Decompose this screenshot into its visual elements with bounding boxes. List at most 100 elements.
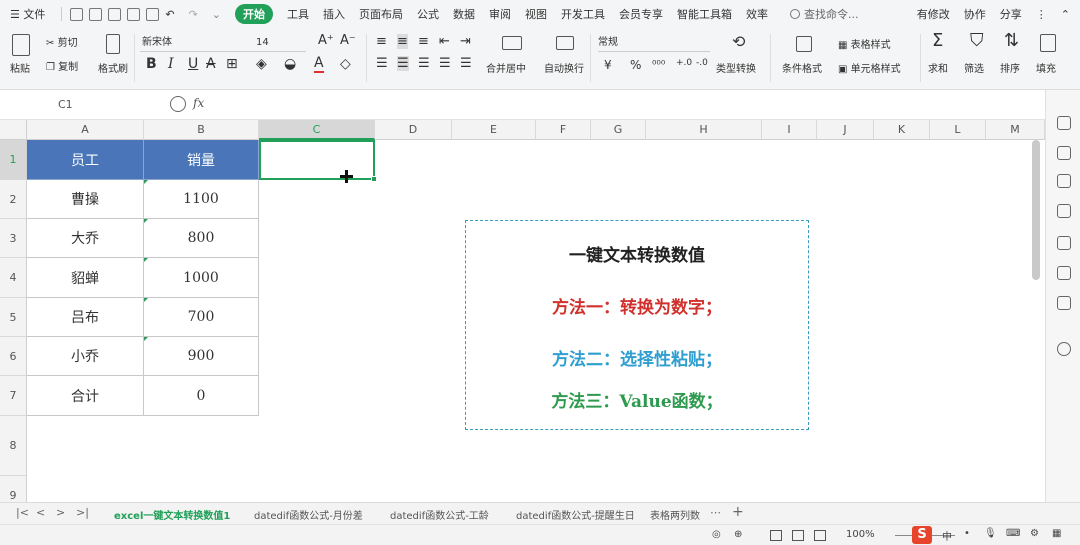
- tab-formulas[interactable]: 公式: [417, 6, 439, 22]
- type-convert-icon[interactable]: ⟲: [732, 32, 745, 51]
- collaborate-button[interactable]: 协作: [964, 6, 986, 22]
- wrap-text-icon[interactable]: [556, 36, 574, 50]
- increase-decimal-button[interactable]: +.0: [676, 58, 692, 68]
- align-top-icon[interactable]: ≡: [376, 34, 387, 49]
- prev-sheet-icon[interactable]: <: [36, 506, 45, 519]
- sheet-tab[interactable]: 表格两列数: [650, 507, 700, 522]
- indent-increase-icon[interactable]: ⇥: [460, 34, 471, 49]
- tab-review[interactable]: 审阅: [489, 6, 511, 22]
- align-center-icon[interactable]: ☰: [397, 56, 409, 71]
- language-icon[interactable]: ⊕: [734, 529, 742, 540]
- conditional-format-button[interactable]: 条件格式: [782, 60, 822, 75]
- table-cell-sales[interactable]: 700: [144, 298, 259, 337]
- select-all-corner[interactable]: [0, 120, 27, 140]
- sort-button[interactable]: 排序: [1000, 60, 1020, 75]
- sum-button[interactable]: 求和: [928, 60, 948, 75]
- sort-icon[interactable]: ⇅: [1004, 30, 1019, 51]
- changes-button[interactable]: 有修改: [917, 6, 950, 22]
- bold-button[interactable]: B: [146, 56, 157, 72]
- table-cell-name[interactable]: 大乔: [27, 219, 144, 258]
- more-icon[interactable]: ⌄: [212, 8, 221, 21]
- table-cell-sales[interactable]: 1100: [144, 180, 259, 219]
- eye-protection-icon[interactable]: ◎: [712, 529, 721, 540]
- tab-data[interactable]: 数据: [453, 6, 475, 22]
- underline-button[interactable]: U: [188, 56, 198, 72]
- table-cell-name[interactable]: 吕布: [27, 298, 144, 337]
- highlight-button[interactable]: ◒: [284, 56, 296, 72]
- row-header-6[interactable]: 6: [0, 337, 27, 376]
- keyboard-icon[interactable]: ⌨: [1006, 528, 1020, 539]
- filter-icon[interactable]: ⛉: [970, 30, 984, 51]
- column-header-m[interactable]: M: [986, 120, 1045, 140]
- tab-smart-toolbox[interactable]: 智能工具箱: [677, 6, 732, 22]
- shrink-font-button[interactable]: A⁻: [340, 33, 356, 48]
- indent-decrease-icon[interactable]: ⇤: [439, 34, 450, 49]
- row-header-1[interactable]: 1: [0, 140, 27, 180]
- percent-button[interactable]: %: [630, 58, 641, 72]
- row-header-7[interactable]: 7: [0, 376, 27, 416]
- number-format-select[interactable]: 常规: [598, 34, 710, 52]
- sliders-icon[interactable]: [1057, 174, 1071, 188]
- italic-button[interactable]: I: [168, 56, 174, 72]
- tab-page-layout[interactable]: 页面布局: [359, 6, 403, 22]
- function-icon[interactable]: fx: [193, 96, 204, 110]
- collapse-icon[interactable]: ⌃: [1061, 8, 1070, 21]
- fill-color-button[interactable]: ◈: [256, 56, 267, 72]
- align-left-icon[interactable]: ☰: [376, 56, 388, 71]
- tab-insert[interactable]: 插入: [323, 6, 345, 22]
- paste-button[interactable]: 粘贴: [10, 60, 30, 75]
- tab-member[interactable]: 会员专享: [619, 6, 663, 22]
- overflow-icon[interactable]: ⋮: [1036, 8, 1047, 21]
- sheet-tab[interactable]: datedif函数公式-月份差: [254, 507, 363, 522]
- vertical-scrollbar[interactable]: [1032, 140, 1040, 280]
- location-icon[interactable]: [1057, 266, 1071, 280]
- row-header-9[interactable]: 9: [0, 476, 27, 502]
- sheet-tab[interactable]: datedif函数公式-工龄: [390, 507, 489, 522]
- clear-format-button[interactable]: ◇: [340, 56, 351, 72]
- conditional-format-icon[interactable]: [796, 36, 812, 52]
- column-header-a[interactable]: A: [27, 120, 144, 140]
- punctuation-icon[interactable]: •: [964, 528, 970, 539]
- file-menu[interactable]: ☰ 文件: [10, 6, 45, 22]
- tab-view[interactable]: 视图: [525, 6, 547, 22]
- type-convert-button[interactable]: 类型转换: [716, 60, 756, 75]
- row-header-4[interactable]: 4: [0, 258, 27, 298]
- preview-icon[interactable]: [146, 7, 160, 21]
- zoom-level[interactable]: 100%: [846, 529, 875, 540]
- row-header-2[interactable]: 2: [0, 180, 27, 219]
- row-header-5[interactable]: 5: [0, 298, 27, 337]
- format-painter-button[interactable]: 格式刷: [98, 60, 128, 75]
- last-sheet-icon[interactable]: >|: [76, 506, 89, 519]
- table-cell-sales[interactable]: 800: [144, 219, 259, 258]
- strikethrough-button[interactable]: A: [206, 56, 216, 72]
- fill-icon[interactable]: [1040, 34, 1056, 52]
- table-cell-name[interactable]: 貂蝉: [27, 258, 144, 298]
- shape-icon[interactable]: [1057, 204, 1071, 218]
- table-header-employee[interactable]: 员工: [27, 140, 144, 180]
- first-sheet-icon[interactable]: |<: [16, 506, 29, 519]
- currency-button[interactable]: ¥: [604, 58, 612, 72]
- page-layout-view-icon[interactable]: [792, 530, 804, 541]
- add-sheet-icon[interactable]: +: [732, 504, 744, 520]
- zoom-icon[interactable]: [170, 96, 186, 112]
- spreadsheet-grid[interactable]: A B C D E F G H I J K L M 1 2 3 4 5 6 7 …: [0, 120, 1045, 502]
- thousands-button[interactable]: ⁰⁰⁰: [652, 58, 665, 71]
- tab-efficiency[interactable]: 效率: [746, 6, 768, 22]
- column-header-i[interactable]: I: [762, 120, 817, 140]
- table-cell-total-value[interactable]: 0: [144, 376, 259, 416]
- more-sheets-icon[interactable]: ⋯: [710, 506, 721, 519]
- justify-icon[interactable]: ☰: [439, 56, 451, 71]
- tab-developer[interactable]: 开发工具: [561, 6, 605, 22]
- table-cell-total-label[interactable]: 合计: [27, 376, 144, 416]
- border-button[interactable]: ⊞: [226, 56, 238, 72]
- align-bottom-icon[interactable]: ≡: [418, 34, 429, 49]
- grow-font-button[interactable]: A⁺: [318, 33, 334, 48]
- column-header-f[interactable]: F: [536, 120, 591, 140]
- save-icon[interactable]: [70, 7, 84, 21]
- tab-home[interactable]: 开始: [235, 4, 274, 24]
- format-painter-icon[interactable]: [106, 34, 120, 54]
- column-header-j[interactable]: J: [817, 120, 874, 140]
- command-search[interactable]: 查找命令...: [790, 6, 859, 22]
- filter-button[interactable]: 筛选: [964, 60, 984, 75]
- print-preview-icon[interactable]: [108, 7, 122, 21]
